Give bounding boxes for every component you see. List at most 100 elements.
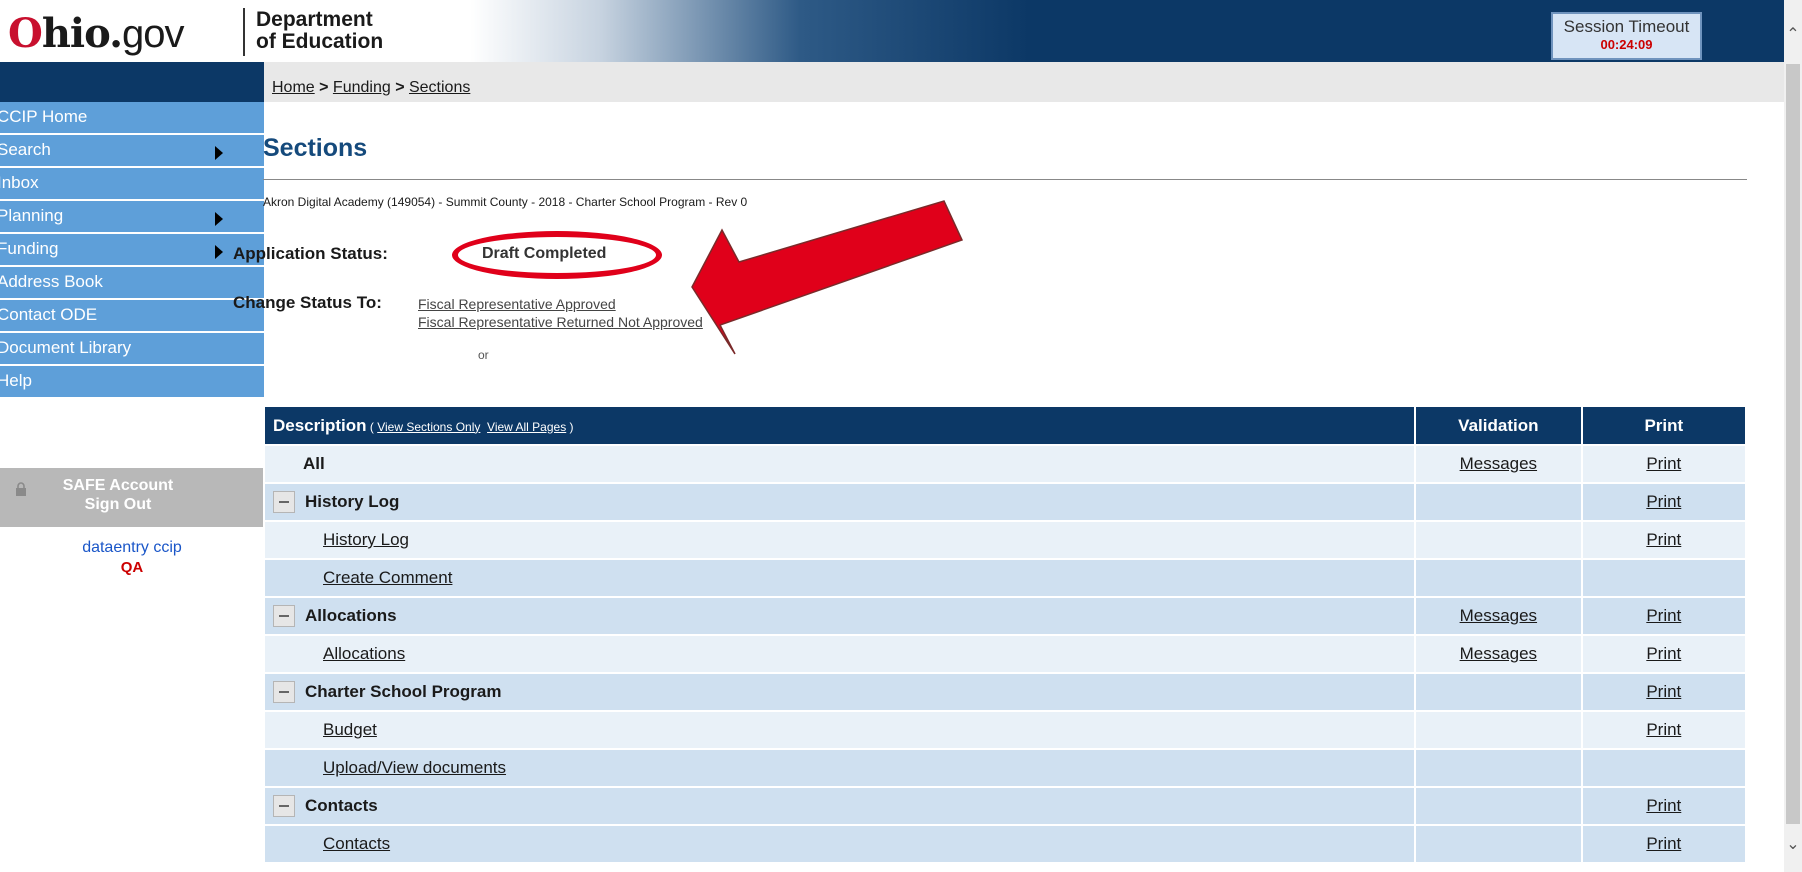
validation-messages-link[interactable]: Messages — [1460, 644, 1537, 663]
page-link[interactable]: History Log — [323, 530, 409, 550]
session-timeout-label: Session Timeout — [1563, 17, 1690, 36]
sidebar-item-planning[interactable]: Planning — [0, 201, 264, 234]
description-cell-content: Allocations — [265, 598, 1414, 634]
print-link[interactable]: Print — [1646, 606, 1681, 625]
sidebar-item-inbox[interactable]: Inbox — [0, 168, 264, 201]
table-row: Budget Print — [262, 710, 1748, 750]
description-cell-content: History Log — [265, 484, 1414, 520]
description-cell-content: Contacts — [265, 826, 1414, 862]
description-cell-content: Create Comment — [265, 560, 1414, 596]
description-cell: History Log — [262, 482, 1417, 522]
lock-icon — [16, 482, 26, 496]
description-cell-content: Charter School Program — [265, 674, 1414, 710]
breadcrumb-separator-2: > — [390, 79, 409, 96]
department-line-2: of Education — [256, 30, 384, 53]
breadcrumb-home[interactable]: Home — [272, 79, 315, 96]
sidebar-item-label: Planning — [0, 206, 64, 225]
print-link[interactable]: Print — [1646, 796, 1681, 815]
breadcrumb-funding[interactable]: Funding — [333, 79, 391, 96]
print-cell: Print — [1580, 710, 1748, 750]
view-sections-only-link[interactable]: View Sections Only — [377, 420, 480, 434]
validation-cell — [1414, 672, 1583, 712]
sidebar-item-ccip-home[interactable]: CCIP Home — [0, 102, 264, 135]
sidebar-item-document-library[interactable]: Document Library — [0, 333, 264, 366]
sidebar-item-address-book[interactable]: Address Book — [0, 267, 264, 300]
validation-messages-link[interactable]: Messages — [1460, 606, 1537, 625]
sidebar-item-label: Search — [0, 140, 51, 159]
validation-cell: Messages — [1414, 444, 1583, 484]
description-cell: Upload/View documents — [262, 748, 1417, 788]
description-cell-content: Upload/View documents — [265, 750, 1414, 786]
safe-account-line-1: SAFE Account — [62, 477, 174, 494]
description-cell: Contacts — [262, 824, 1417, 864]
validation-cell — [1414, 710, 1583, 750]
sidebar-item-label: Funding — [0, 239, 59, 258]
breadcrumb-sections[interactable]: Sections — [409, 79, 470, 96]
page-title: Sections — [263, 134, 368, 162]
environment-label: QA — [120, 559, 144, 576]
print-link[interactable]: Print — [1646, 834, 1681, 853]
description-cell-content: Contacts — [265, 788, 1414, 824]
sidebar-item-help[interactable]: Help — [0, 366, 264, 399]
department-name: Department of Education — [256, 9, 383, 53]
print-cell: Print — [1580, 786, 1748, 826]
breadcrumb-bar — [264, 62, 1784, 102]
table-row: All Messages Print — [262, 444, 1748, 484]
print-link[interactable]: Print — [1646, 530, 1681, 549]
triangle-right-icon — [215, 212, 223, 226]
chevron-down-icon[interactable]: ⌄ — [1784, 834, 1802, 854]
description-cell: Create Comment — [262, 558, 1417, 598]
description-cell: Allocations — [262, 596, 1417, 636]
ohio-gov-logo[interactable]: Ohio.gov — [8, 10, 185, 57]
table-row: Allocations Messages Print — [262, 634, 1748, 674]
print-link[interactable]: Print — [1646, 454, 1681, 473]
change-status-label: Change Status To: — [233, 293, 382, 312]
page-link[interactable]: Upload/View documents — [323, 758, 506, 778]
application-context: Akron Digital Academy (149054) - Summit … — [263, 195, 748, 209]
breadcrumb: Home > Funding > Sections — [272, 79, 470, 97]
print-cell: Print — [1580, 520, 1748, 560]
change-status-or: or — [478, 348, 489, 362]
view-all-pages-link[interactable]: View All Pages — [487, 420, 566, 434]
page-link[interactable]: Allocations — [323, 644, 405, 664]
validation-messages-link[interactable]: Messages — [1460, 454, 1537, 473]
validation-cell: Messages — [1414, 596, 1583, 636]
section-name: Charter School Program — [305, 682, 502, 701]
table-row: Charter School Program Print — [262, 672, 1748, 712]
description-header-text: Description — [273, 415, 367, 435]
print-cell: Print — [1580, 672, 1748, 712]
sidebar-item-funding[interactable]: Funding — [0, 234, 264, 267]
print-link[interactable]: Print — [1646, 492, 1681, 511]
description-header-options: ( View Sections Only View All Pages ) — [367, 420, 574, 434]
sidebar-top-bar — [0, 62, 264, 102]
chevron-up-icon[interactable]: ⌃ — [1784, 24, 1802, 44]
minus-box-icon[interactable] — [273, 681, 295, 703]
minus-box-icon[interactable] — [273, 605, 295, 627]
print-link[interactable]: Print — [1646, 720, 1681, 739]
logo-divider — [243, 8, 245, 56]
application-status-label: Application Status: — [233, 244, 388, 263]
table-row: Contacts Print — [262, 824, 1748, 864]
sidebar-item-label: Address Book — [0, 272, 103, 291]
change-status-returned-link[interactable]: Fiscal Representative Returned Not Appro… — [418, 314, 703, 330]
change-status-approved-link[interactable]: Fiscal Representative Approved — [418, 296, 616, 312]
print-cell: Print — [1580, 596, 1748, 636]
column-header-description: Description ( View Sections Only View Al… — [262, 405, 1417, 446]
print-link[interactable]: Print — [1646, 644, 1681, 663]
vertical-scrollbar[interactable]: ⌃ ⌄ — [1784, 0, 1802, 872]
logo-o: O — [8, 10, 43, 57]
print-link[interactable]: Print — [1646, 682, 1681, 701]
page-link[interactable]: Contacts — [323, 834, 390, 854]
minus-box-icon[interactable] — [273, 795, 295, 817]
print-cell: Print — [1580, 482, 1748, 522]
sidebar-item-contact-ode[interactable]: Contact ODE — [0, 300, 264, 333]
minus-box-icon[interactable] — [273, 491, 295, 513]
page-link[interactable]: Create Comment — [323, 568, 452, 588]
user-name: dataentry ccip — [82, 539, 182, 556]
page-link[interactable]: Budget — [323, 720, 377, 740]
sidebar-item-search[interactable]: Search — [0, 135, 264, 168]
validation-cell — [1414, 520, 1583, 560]
safe-account-sign-out[interactable]: SAFE Account Sign Out — [0, 468, 264, 529]
scrollbar-thumb[interactable] — [1786, 64, 1800, 824]
description-cell-content: Budget — [265, 712, 1414, 748]
